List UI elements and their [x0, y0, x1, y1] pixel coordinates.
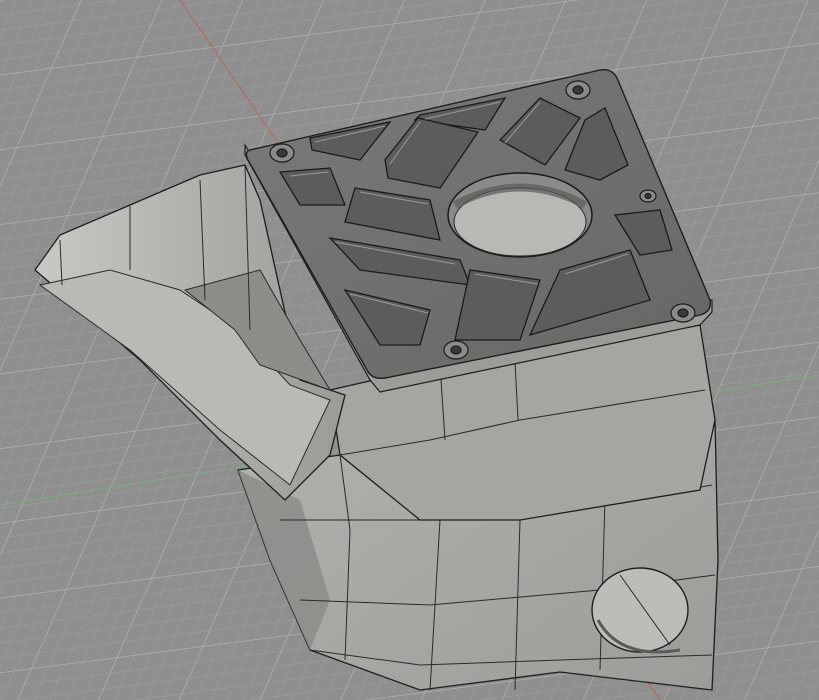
scene-canvas[interactable]: [0, 0, 819, 700]
3d-viewport[interactable]: [0, 0, 819, 700]
side-hole[interactable]: [591, 567, 689, 653]
